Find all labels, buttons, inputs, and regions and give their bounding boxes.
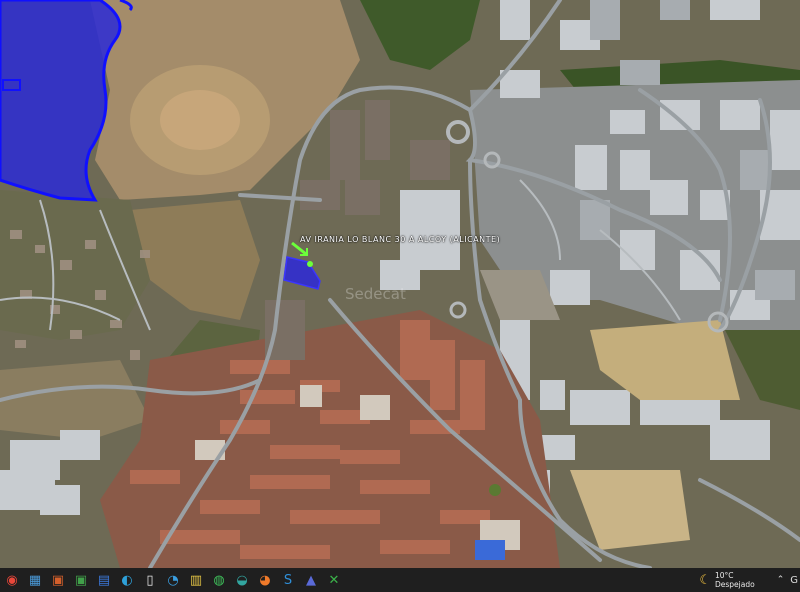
app-15-icon[interactable]: ✕	[325, 571, 343, 589]
google-icon[interactable]: G	[790, 575, 798, 586]
app-2-icon[interactable]: ▦	[26, 571, 44, 589]
file-app-icon[interactable]: ▯	[141, 571, 159, 589]
taskbar: ◉ ▦ ▣ ▣ ▤ ◐ ▯ ◔ ▥ ◍ ◒ ◕ S ▲ ✕ ☾ 10°C Despejado ⌃ G	[0, 568, 800, 592]
app-4-icon[interactable]: ▣	[72, 571, 90, 589]
app-13-icon[interactable]: S	[279, 571, 297, 589]
documents-app-icon[interactable]: ▥	[187, 571, 205, 589]
app-11-icon[interactable]: ◒	[233, 571, 251, 589]
aerial-map[interactable]: AV IRANIA LO BLANC 30 A ALCOY (ALICANTE)…	[0, 0, 800, 568]
firefox-app-icon[interactable]: ◕	[256, 571, 274, 589]
slides-app-icon[interactable]: ▣	[49, 571, 67, 589]
photos-app-icon[interactable]: ◔	[164, 571, 182, 589]
taskbar-apps: ◉ ▦ ▣ ▣ ▤ ◐ ▯ ◔ ▥ ◍ ◒ ◕ S ▲ ✕	[3, 571, 348, 589]
chrome-app-icon[interactable]: ◉	[3, 571, 21, 589]
watermark: Sedecat	[345, 285, 406, 303]
edge-app-icon[interactable]: ◐	[118, 571, 136, 589]
weather-condition: Despejado	[715, 580, 755, 589]
store-app-icon[interactable]: ▤	[95, 571, 113, 589]
parcel-address-label: AV IRANIA LO BLANC 30 A ALCOY (ALICANTE)	[300, 235, 501, 244]
weather-widget[interactable]: 10°C Despejado	[715, 571, 755, 589]
weather-temperature: 10°C	[715, 571, 734, 580]
moon-icon[interactable]: ☾	[699, 573, 711, 588]
system-tray: ☾ 10°C Despejado ⌃ G	[699, 568, 800, 592]
whatsapp-app-icon[interactable]: ◍	[210, 571, 228, 589]
app-14-icon[interactable]: ▲	[302, 571, 320, 589]
chevron-up-icon[interactable]: ⌃	[777, 575, 785, 585]
satellite-imagery	[0, 0, 800, 568]
